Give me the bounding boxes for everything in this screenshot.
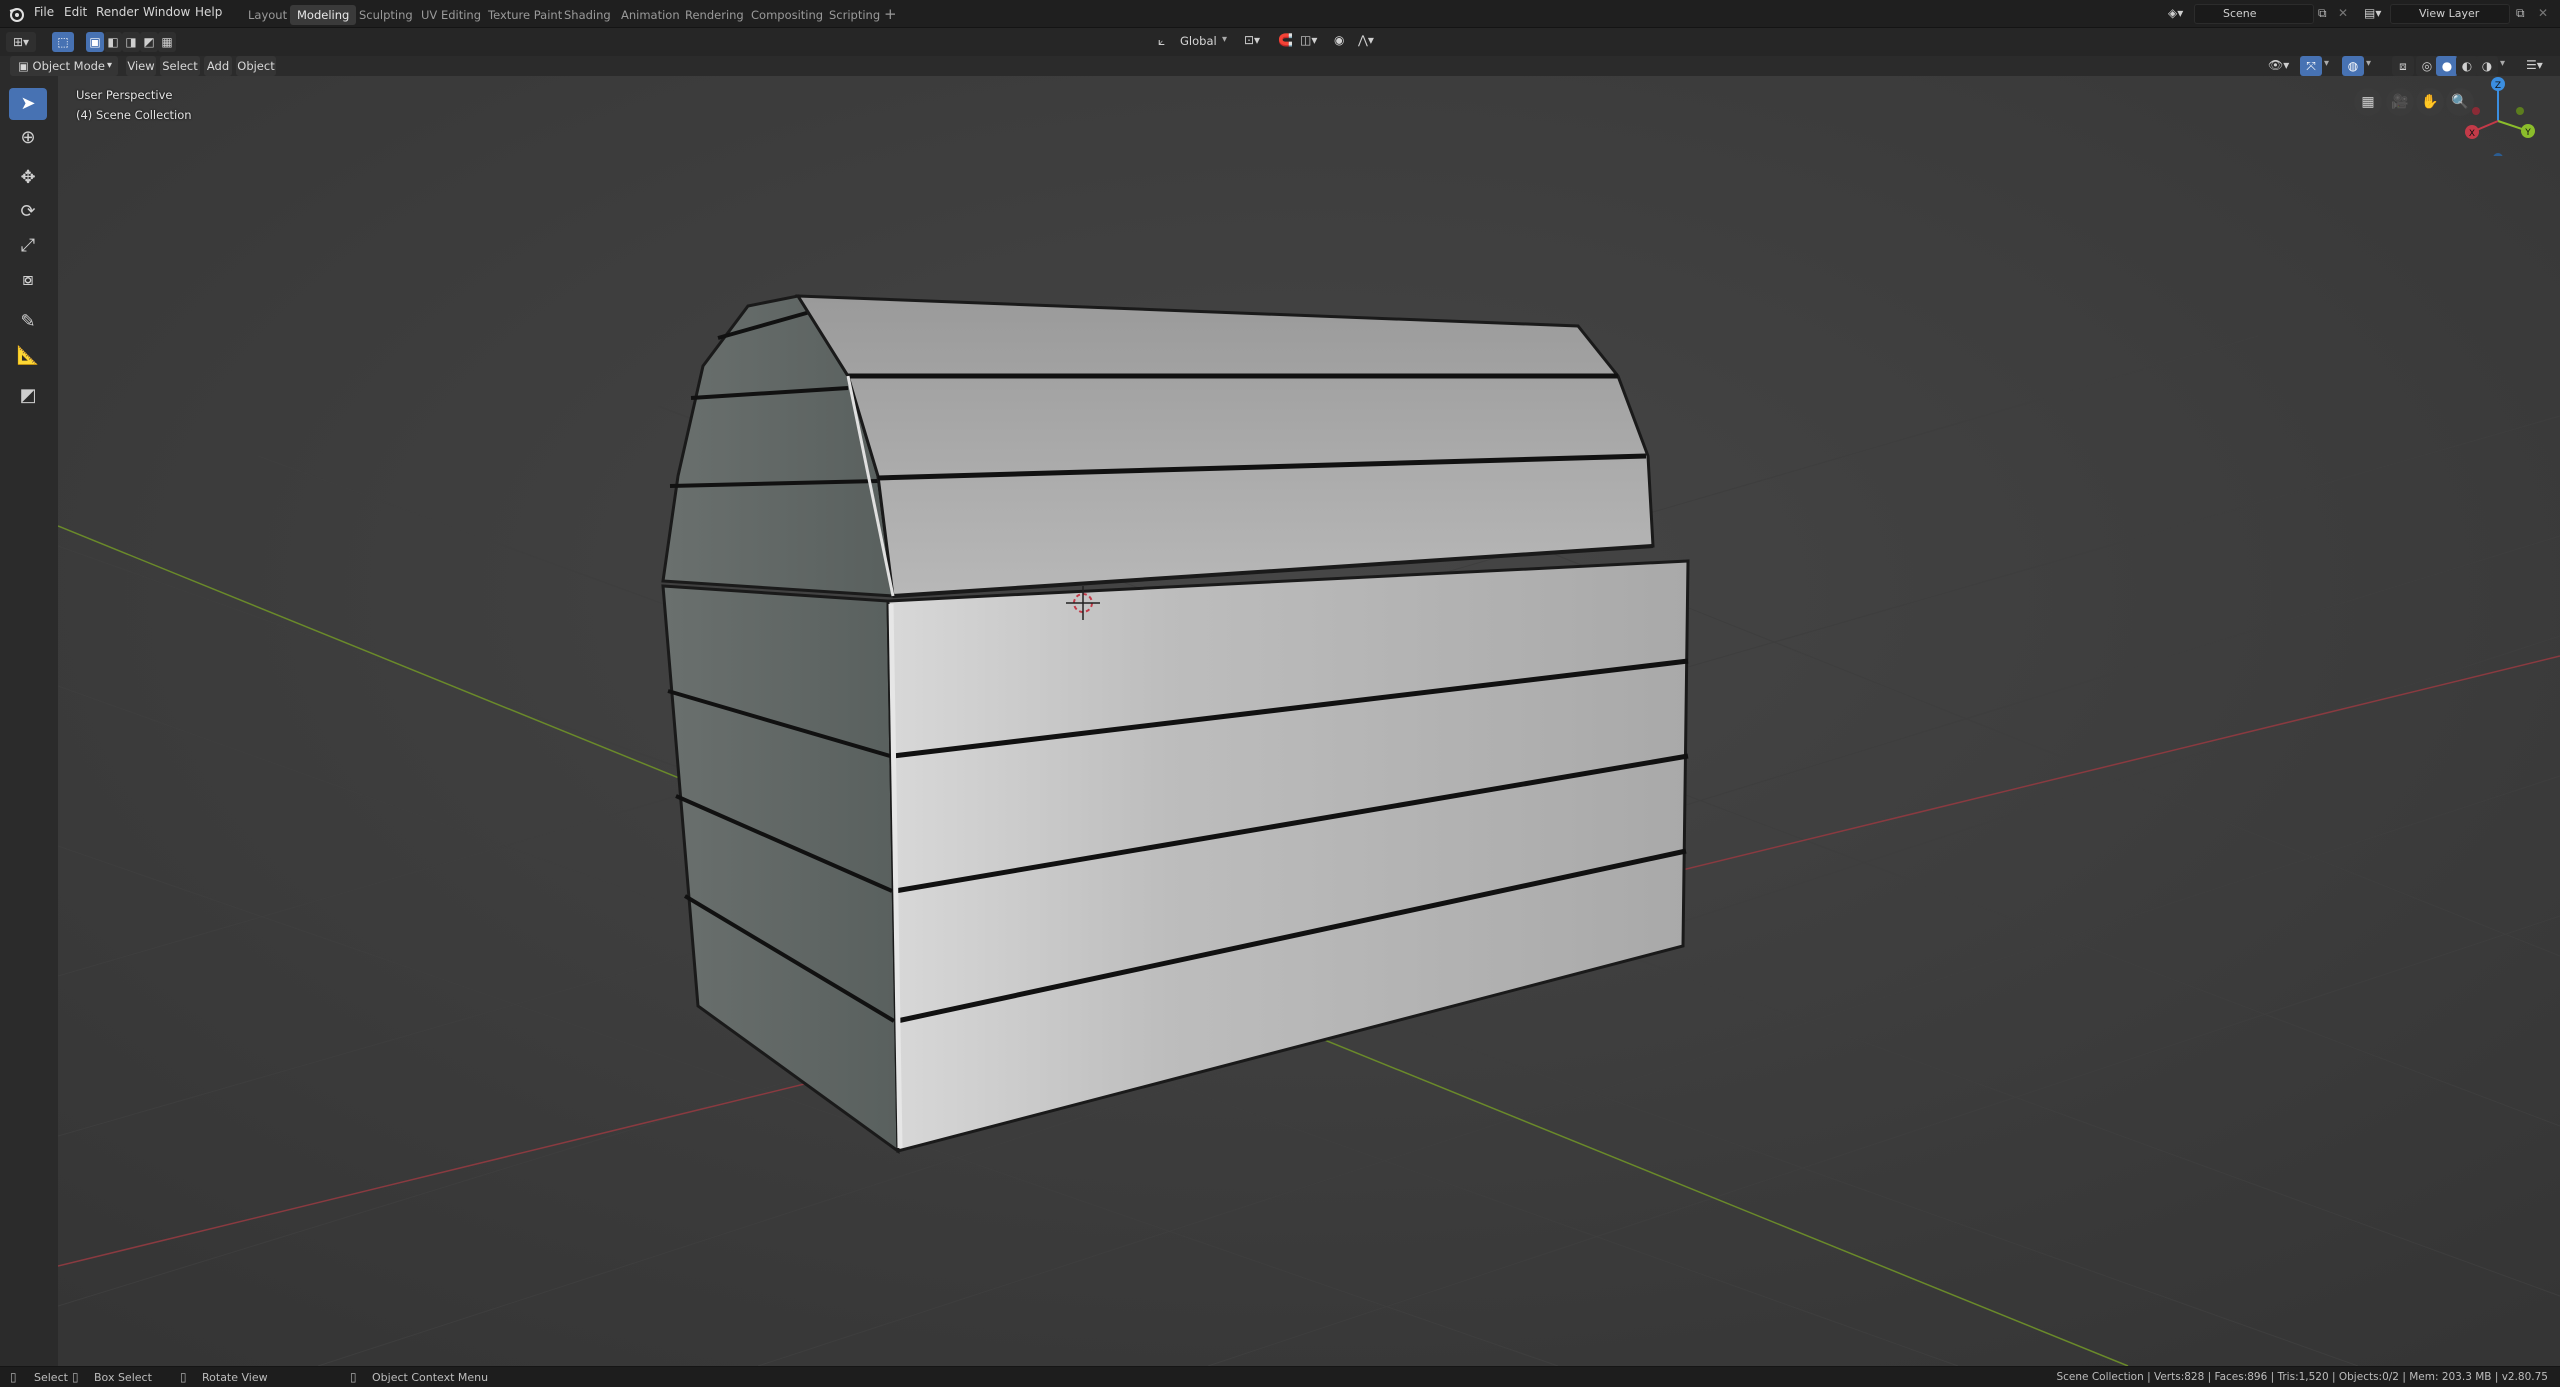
tab-scripting[interactable]: Scripting [822,5,887,25]
transform-orientation-dropdown-icon[interactable]: ▾ [1222,34,1227,45]
scene-icon[interactable]: ◈▾ [2168,6,2183,20]
select-invert-icon[interactable]: ◩ [140,32,158,52]
3d-viewport[interactable]: User Perspective (4) Scene Collection Z … [58,76,2560,1366]
overlays-toggle-icon[interactable]: ◍ [2342,56,2364,76]
select-intersect-icon[interactable]: ▦ [158,32,176,52]
scene-statistics: Scene Collection | Verts:828 | Faces:896… [2056,1371,2548,1383]
mouse-right-icon: ▯ [350,1370,357,1384]
view-layer-name: View Layer [2419,7,2480,20]
rotate-icon[interactable]: ⟳ [9,196,47,228]
xray-toggle-icon[interactable]: ⧈ [2392,56,2414,76]
select-box-icon[interactable]: ⬚ [52,32,74,52]
add-cube-icon[interactable]: ◩ [9,380,47,412]
status-box-select: Box Select [94,1371,152,1384]
chevron-down-icon: ▾ [106,60,112,71]
add-menu[interactable]: Add [204,56,232,76]
tab-texture-paint[interactable]: Texture Paint [481,5,569,25]
menu-edit[interactable]: Edit [64,5,87,19]
visibility-icon[interactable]: 👁▾ [2268,58,2289,72]
collection-label: (4) Scene Collection [76,108,192,122]
sidebar-toggle-icon[interactable]: ☰▾ [2526,58,2543,72]
shading-dropdown-icon[interactable]: ▾ [2500,58,2505,69]
view-layer-icon[interactable]: ▤▾ [2364,6,2381,20]
mouse-middle-icon: ▯ [180,1370,187,1384]
select-subtract-icon[interactable]: ◨ [122,32,140,52]
status-context-menu: Object Context Menu [372,1371,489,1384]
scale-icon[interactable]: ⤢ [9,230,47,262]
tab-modeling[interactable]: Modeling [290,5,357,25]
menu-file[interactable]: File [34,5,54,19]
gizmo-toggle-icon[interactable]: ⤧ [2300,56,2322,76]
pivot-point-icon[interactable]: ⊡▾ [1244,33,1260,47]
top-bar: File Edit Render Window Help Layout Mode… [0,0,2560,28]
tab-rendering[interactable]: Rendering [678,5,751,25]
zoom-view-icon[interactable]: 🔍 [2446,88,2474,116]
snap-icon[interactable]: 🧲 [1278,33,1293,47]
mode-label: Object Mode [32,59,105,73]
toggle-grid-view-icon[interactable]: ▦ [2354,88,2382,116]
mouse-left-icon: ▯ [10,1370,17,1384]
menu-window[interactable]: Window [143,5,190,19]
remove-view-layer-icon[interactable]: ✕ [2538,6,2548,20]
navigation-gizmo[interactable]: Z Y X [2458,76,2538,156]
tab-layout[interactable]: Layout [241,5,294,25]
chest-lid-front [795,294,1655,598]
pan-view-icon[interactable]: ✋ [2416,88,2444,116]
mouse-drag-icon: ▯ [72,1370,79,1384]
viewport-header: ▣ Object Mode ▾ View Select Add Object 👁… [0,56,2560,76]
proportional-edit-icon[interactable]: ◉ [1334,33,1344,47]
menu-render[interactable]: Render [96,5,139,19]
tab-shading[interactable]: Shading [557,5,618,25]
select-new-icon[interactable]: ▣ [86,32,104,52]
gizmo-z-label: Z [2495,81,2501,91]
gizmo-dropdown-icon[interactable]: ▾ [2324,58,2329,69]
transform-icon[interactable]: ⧇ [9,264,47,296]
transform-orientation-icon[interactable]: ⟀ [1158,34,1165,49]
select-tool-icon[interactable]: ➤ [9,88,47,120]
status-rotate-view: Rotate View [202,1371,268,1384]
tab-uv-editing[interactable]: UV Editing [414,5,488,25]
tab-compositing[interactable]: Compositing [744,5,830,25]
view-layer-field[interactable]: View Layer [2390,4,2510,24]
gizmo-y-label: Y [2524,128,2531,138]
gizmo-x-label: X [2469,129,2475,139]
object-menu[interactable]: Object [236,56,276,76]
move-icon[interactable]: ✥ [9,162,47,194]
new-scene-icon[interactable]: ⧉ [2318,6,2327,21]
status-bar: ▯ Select ▯ Box Select ▯ Rotate View ▯ Ob… [0,1366,2560,1387]
view-menu[interactable]: View [126,56,156,76]
view-perspective-label: User Perspective [76,88,173,102]
tool-header: ⊞▾ ⬚ ▣ ◧ ◨ ◩ ▦ ⟀ Global ▾ ⊡▾ 🧲 ◫▾ ◉ ⋀▾ [0,28,2560,56]
camera-view-icon[interactable]: 🎥 [2386,88,2414,116]
mode-dropdown[interactable]: ▣ Object Mode ▾ [10,56,118,76]
tab-sculpting[interactable]: Sculpting [352,5,420,25]
object-mode-icon: ▣ [18,59,33,73]
add-workspace-icon[interactable]: + [884,5,897,23]
rendered-shading-icon[interactable]: ◑ [2476,56,2498,76]
transform-orientation-value[interactable]: Global [1180,34,1217,48]
wireframe-shading-icon[interactable]: ◎ [2416,56,2438,76]
overlays-dropdown-icon[interactable]: ▾ [2366,58,2371,69]
select-menu[interactable]: Select [160,56,200,76]
falloff-icon[interactable]: ⋀▾ [1358,33,1374,47]
status-select: Select [34,1371,68,1384]
snap-target-icon[interactable]: ◫▾ [1300,33,1317,47]
annotate-icon[interactable]: ✎ [9,306,47,338]
solid-shading-icon[interactable]: ● [2436,56,2458,76]
material-shading-icon[interactable]: ◐ [2456,56,2478,76]
scene-field[interactable]: Scene [2194,4,2314,24]
new-view-layer-icon[interactable]: ⧉ [2516,6,2525,21]
select-extend-icon[interactable]: ◧ [104,32,122,52]
editor-type-icon[interactable]: ⊞▾ [6,32,36,52]
left-toolbar: ➤ ⊕ ✥ ⟳ ⤢ ⧇ ✎ 📐 ◩ [0,76,59,1366]
menu-help[interactable]: Help [195,5,222,19]
blender-logo-icon[interactable] [8,5,26,23]
tab-animation[interactable]: Animation [614,5,687,25]
viewport-canvas[interactable] [58,76,2560,1366]
scene-name: Scene [2223,7,2257,20]
remove-scene-icon[interactable]: ✕ [2338,6,2348,20]
measure-icon[interactable]: 📐 [9,340,47,372]
cursor-icon[interactable]: ⊕ [9,122,47,154]
